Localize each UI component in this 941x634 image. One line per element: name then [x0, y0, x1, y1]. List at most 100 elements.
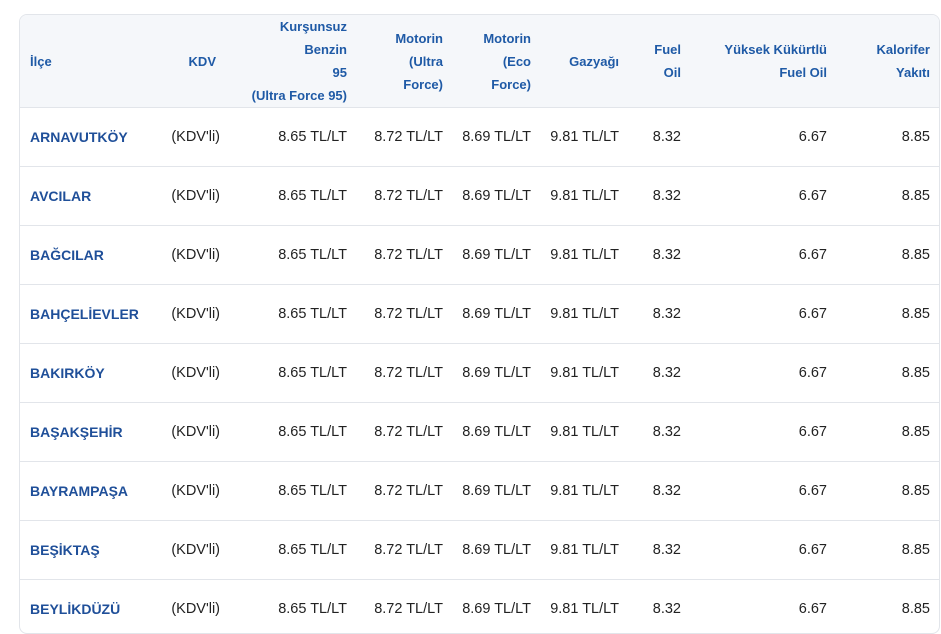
table-row: BEYLİKDÜZÜ(KDV'li)8.65 TL/LT8.72 TL/LT8.… [20, 580, 940, 634]
column-header-motorin-ultra[interactable]: Motorin(UltraForce) [357, 15, 453, 108]
district-link[interactable]: BAŞAKŞEHİR [20, 403, 158, 462]
cell-motorin-ultra: 8.72 TL/LT [357, 403, 453, 462]
cell-yuksek-kukurtlu: 6.67 [691, 285, 837, 344]
cell-kdv: (KDV'li) [158, 285, 226, 344]
table-body: ARNAVUTKÖY(KDV'li)8.65 TL/LT8.72 TL/LT8.… [20, 108, 940, 634]
cell-kalorifer: 8.85 [837, 108, 940, 167]
district-link[interactable]: BEYLİKDÜZÜ [20, 580, 158, 634]
column-header-label: Kalorifer [877, 42, 930, 57]
cell-benzin95: 8.65 TL/LT [226, 521, 357, 580]
cell-fuel-oil: 8.32 [629, 521, 691, 580]
column-header-label: Force) [491, 77, 531, 92]
cell-fuel-oil: 8.32 [629, 285, 691, 344]
column-header-kdv[interactable]: KDV [158, 15, 226, 108]
cell-kdv: (KDV'li) [158, 226, 226, 285]
cell-yuksek-kukurtlu: 6.67 [691, 167, 837, 226]
cell-motorin-eco: 8.69 TL/LT [453, 521, 541, 580]
column-header-label: Kurşunsuz Benzin [280, 19, 347, 57]
district-link[interactable]: BAĞCILAR [20, 226, 158, 285]
cell-gazyagi: 9.81 TL/LT [541, 521, 629, 580]
cell-kalorifer: 8.85 [837, 403, 940, 462]
column-header-yuksek-kukurtlu[interactable]: Yüksek Kükürtlü Fuel Oil [691, 15, 837, 108]
column-header-label: Force) [403, 77, 443, 92]
cell-gazyagi: 9.81 TL/LT [541, 226, 629, 285]
cell-kdv: (KDV'li) [158, 521, 226, 580]
cell-motorin-eco: 8.69 TL/LT [453, 344, 541, 403]
cell-gazyagi: 9.81 TL/LT [541, 285, 629, 344]
cell-kdv: (KDV'li) [158, 108, 226, 167]
column-header-label: (Ultra Force 95) [252, 88, 347, 103]
cell-benzin95: 8.65 TL/LT [226, 344, 357, 403]
cell-yuksek-kukurtlu: 6.67 [691, 521, 837, 580]
cell-motorin-ultra: 8.72 TL/LT [357, 462, 453, 521]
cell-kdv: (KDV'li) [158, 462, 226, 521]
cell-kdv: (KDV'li) [158, 167, 226, 226]
column-header-label: Gazyağı [569, 54, 619, 69]
table-row: AVCILAR(KDV'li)8.65 TL/LT8.72 TL/LT8.69 … [20, 167, 940, 226]
cell-motorin-eco: 8.69 TL/LT [453, 226, 541, 285]
cell-yuksek-kukurtlu: 6.67 [691, 108, 837, 167]
cell-benzin95: 8.65 TL/LT [226, 580, 357, 634]
cell-fuel-oil: 8.32 [629, 580, 691, 634]
cell-fuel-oil: 8.32 [629, 108, 691, 167]
column-header-label: KDV [189, 54, 216, 69]
cell-gazyagi: 9.81 TL/LT [541, 580, 629, 634]
column-header-label: (Eco [503, 54, 531, 69]
cell-yuksek-kukurtlu: 6.67 [691, 403, 837, 462]
table-row: BEŞİKTAŞ(KDV'li)8.65 TL/LT8.72 TL/LT8.69… [20, 521, 940, 580]
cell-gazyagi: 9.81 TL/LT [541, 462, 629, 521]
cell-kalorifer: 8.85 [837, 462, 940, 521]
cell-gazyagi: 9.81 TL/LT [541, 403, 629, 462]
table-row: BAYRAMPAŞA(KDV'li)8.65 TL/LT8.72 TL/LT8.… [20, 462, 940, 521]
table-row: BAHÇELİEVLER(KDV'li)8.65 TL/LT8.72 TL/LT… [20, 285, 940, 344]
cell-fuel-oil: 8.32 [629, 403, 691, 462]
cell-motorin-eco: 8.69 TL/LT [453, 580, 541, 634]
column-header-gazyagi[interactable]: Gazyağı [541, 15, 629, 108]
cell-gazyagi: 9.81 TL/LT [541, 167, 629, 226]
column-header-label: Fuel [654, 42, 681, 57]
cell-motorin-eco: 8.69 TL/LT [453, 108, 541, 167]
column-header-fuel-oil[interactable]: Fuel Oil [629, 15, 691, 108]
cell-kalorifer: 8.85 [837, 344, 940, 403]
column-header-benzin95[interactable]: Kurşunsuz Benzin95(Ultra Force 95) [226, 15, 357, 108]
cell-gazyagi: 9.81 TL/LT [541, 344, 629, 403]
district-link[interactable]: BEŞİKTAŞ [20, 521, 158, 580]
district-link[interactable]: BAYRAMPAŞA [20, 462, 158, 521]
cell-motorin-eco: 8.69 TL/LT [453, 285, 541, 344]
cell-benzin95: 8.65 TL/LT [226, 108, 357, 167]
cell-benzin95: 8.65 TL/LT [226, 167, 357, 226]
cell-benzin95: 8.65 TL/LT [226, 285, 357, 344]
column-header-label: İlçe [30, 54, 52, 69]
district-link[interactable]: BAHÇELİEVLER [20, 285, 158, 344]
cell-motorin-ultra: 8.72 TL/LT [357, 580, 453, 634]
cell-kalorifer: 8.85 [837, 167, 940, 226]
table-header-row: İlçe KDV Kurşunsuz Benzin95(Ultra Force 95… [20, 15, 940, 108]
cell-fuel-oil: 8.32 [629, 462, 691, 521]
cell-motorin-eco: 8.69 TL/LT [453, 167, 541, 226]
table-row: BAKIRKÖY(KDV'li)8.65 TL/LT8.72 TL/LT8.69… [20, 344, 940, 403]
district-link[interactable]: BAKIRKÖY [20, 344, 158, 403]
cell-motorin-ultra: 8.72 TL/LT [357, 344, 453, 403]
column-header-district[interactable]: İlçe [20, 15, 158, 108]
cell-kalorifer: 8.85 [837, 580, 940, 634]
cell-yuksek-kukurtlu: 6.67 [691, 226, 837, 285]
table-row: BAŞAKŞEHİR(KDV'li)8.65 TL/LT8.72 TL/LT8.… [20, 403, 940, 462]
column-header-kalorifer[interactable]: KaloriferYakıtı [837, 15, 940, 108]
cell-yuksek-kukurtlu: 6.67 [691, 580, 837, 634]
table-row: ARNAVUTKÖY(KDV'li)8.65 TL/LT8.72 TL/LT8.… [20, 108, 940, 167]
cell-kalorifer: 8.85 [837, 521, 940, 580]
district-link[interactable]: ARNAVUTKÖY [20, 108, 158, 167]
cell-kdv: (KDV'li) [158, 344, 226, 403]
district-link[interactable]: AVCILAR [20, 167, 158, 226]
column-header-label: Yüksek Kükürtlü [724, 42, 827, 57]
cell-motorin-ultra: 8.72 TL/LT [357, 167, 453, 226]
cell-kalorifer: 8.85 [837, 226, 940, 285]
column-header-label: Fuel Oil [779, 65, 827, 80]
cell-yuksek-kukurtlu: 6.67 [691, 462, 837, 521]
column-header-motorin-eco[interactable]: Motorin(EcoForce) [453, 15, 541, 108]
cell-benzin95: 8.65 TL/LT [226, 403, 357, 462]
column-header-label: Oil [664, 65, 681, 80]
cell-kalorifer: 8.85 [837, 285, 940, 344]
cell-fuel-oil: 8.32 [629, 344, 691, 403]
cell-fuel-oil: 8.32 [629, 167, 691, 226]
